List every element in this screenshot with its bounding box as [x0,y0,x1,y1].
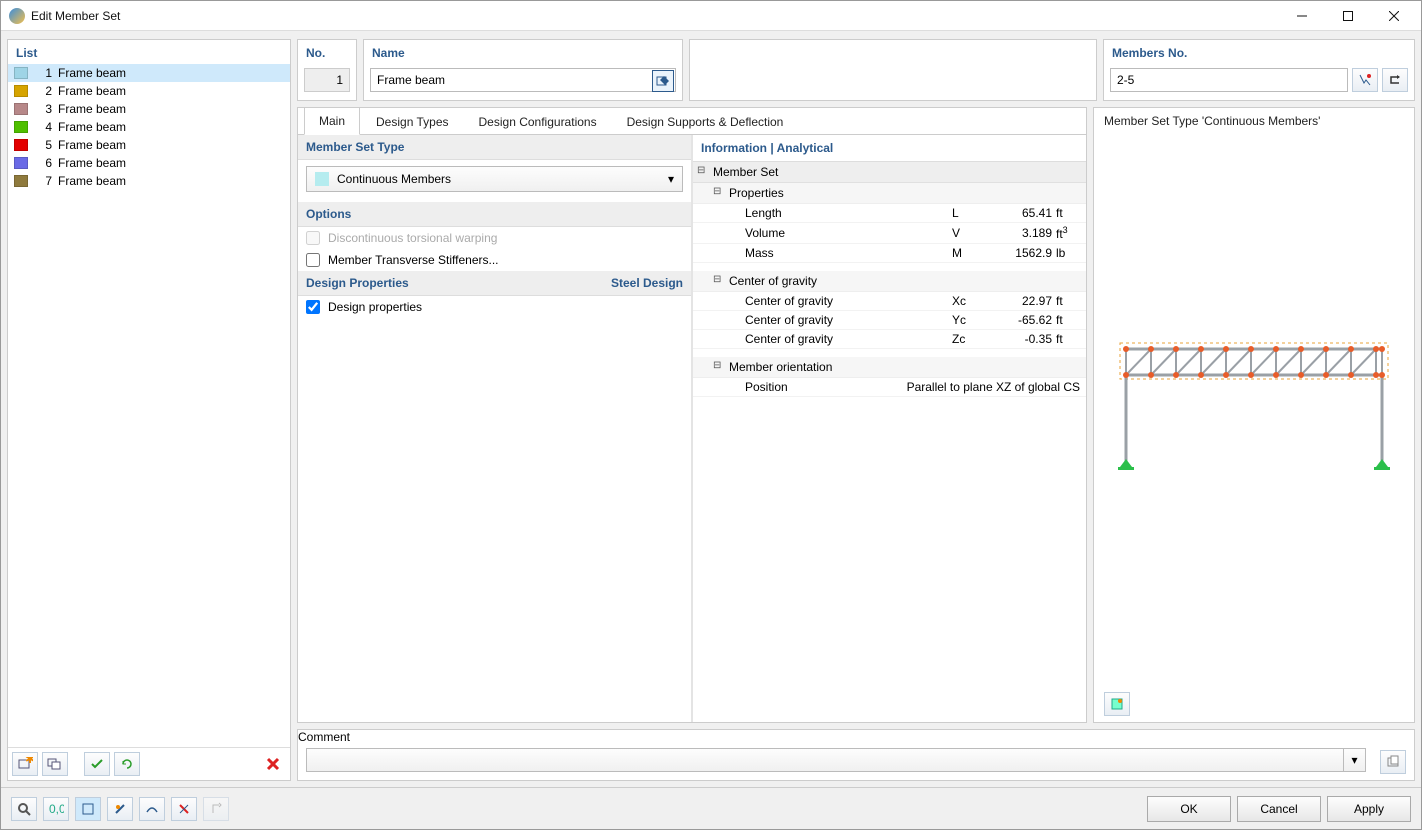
list-item[interactable]: 7Frame beam [8,172,290,190]
row-length: LengthL65.41ft [693,204,1086,223]
no-label: No. [298,40,356,64]
color-swatch [14,67,28,79]
app-icon [9,8,25,24]
name-input[interactable]: Frame beam [370,68,676,92]
tree-orientation[interactable]: Member orientation [693,357,1086,378]
color-swatch [14,121,28,133]
cancel-button[interactable]: Cancel [1237,796,1321,822]
design-properties-check[interactable]: Design properties [298,296,691,318]
pick-members-icon[interactable] [1352,68,1378,92]
reverse-icon[interactable] [1382,68,1408,92]
row-cog-z: Center of gravityZᴄ-0.35ft [693,330,1086,349]
maximize-button[interactable] [1325,1,1371,31]
check-green-button[interactable] [84,752,110,776]
color-swatch [14,85,28,97]
tree-properties[interactable]: Properties [693,183,1086,204]
row-cog-y: Center of gravityYᴄ-65.62ft [693,311,1086,330]
steel-design-link[interactable]: Steel Design [611,276,683,290]
chevron-down-icon: ▾ [668,172,674,186]
comment-attach-button[interactable] [1380,750,1406,774]
tab-main[interactable]: Main [304,107,360,135]
list-label: List [8,40,290,64]
design-properties-header: Design Properties Steel Design [298,271,691,296]
comment-label: Comment [298,730,1414,744]
row-cog-x: Center of gravityXᴄ22.97ft [693,292,1086,311]
tree-member-set[interactable]: Member Set [693,162,1086,183]
footer-view4-icon[interactable] [171,797,197,821]
tabs: MainDesign TypesDesign ConfigurationsDes… [297,107,1087,135]
row-mass: MassM1562.9lb [693,244,1086,263]
window-title: Edit Member Set [31,9,1279,23]
transverse-stiffeners-check[interactable]: Member Transverse Stiffeners... [298,249,691,271]
list-items: 1Frame beam2Frame beam3Frame beam4Frame … [8,64,290,747]
list-item[interactable]: 2Frame beam [8,82,290,100]
name-label: Name [364,40,682,64]
delete-item-button[interactable] [260,752,286,776]
footer-view2-icon[interactable] [107,797,133,821]
svg-text:✱: ✱ [25,757,33,766]
row-volume: VolumeV3.189ft3 [693,223,1086,244]
list-item[interactable]: 4Frame beam [8,118,290,136]
tab-design-supports-deflection[interactable]: Design Supports & Deflection [613,109,798,135]
titlebar: Edit Member Set [1,1,1421,31]
color-swatch [14,103,28,115]
color-swatch [14,157,28,169]
members-label: Members No. [1104,40,1414,64]
discontinuous-warping-check: Discontinuous torsional warping [298,227,691,249]
color-swatch [14,139,28,151]
chevron-down-icon[interactable]: ▾ [1343,749,1365,771]
dialog-footer: 0,00 OK Cancel Apply [1,787,1421,829]
footer-view1-icon[interactable] [75,797,101,821]
tree-cog[interactable]: Center of gravity [693,271,1086,292]
name-edit-icon-button[interactable] [652,70,674,92]
ok-button[interactable]: OK [1147,796,1231,822]
copy-item-button[interactable] [42,752,68,776]
footer-view5-icon[interactable] [203,797,229,821]
svg-text:0,00: 0,00 [49,802,64,816]
close-button[interactable] [1371,1,1417,31]
minimize-button[interactable] [1279,1,1325,31]
color-swatch [14,175,28,187]
apply-button[interactable]: Apply [1327,796,1411,822]
footer-units-icon[interactable]: 0,00 [43,797,69,821]
list-item[interactable]: 3Frame beam [8,100,290,118]
preview-title: Member Set Type 'Continuous Members' [1104,114,1404,128]
list-item[interactable]: 6Frame beam [8,154,290,172]
options-header: Options [298,202,691,227]
comment-input[interactable]: ▾ [306,748,1366,772]
preview-canvas[interactable] [1104,134,1404,686]
tab-design-configurations[interactable]: Design Configurations [465,109,611,135]
refresh-button[interactable] [114,752,140,776]
no-input[interactable]: 1 [304,68,350,92]
preview-settings-button[interactable] [1104,692,1130,716]
member-set-type-header: Member Set Type [298,135,691,160]
list-item[interactable]: 5Frame beam [8,136,290,154]
info-header: Information | Analytical [693,135,1086,162]
list-item[interactable]: 1Frame beam [8,64,290,82]
footer-view3-icon[interactable] [139,797,165,821]
info-tree: Member Set Properties LengthL65.41ft Vol… [693,162,1086,397]
members-input[interactable]: 2-5 [1110,68,1348,92]
row-position: PositionParallel to plane XZ of global C… [693,378,1086,397]
member-set-type-combo[interactable]: Continuous Members ▾ [306,166,683,192]
footer-search-icon[interactable] [11,797,37,821]
new-item-button[interactable]: ✱ [12,752,38,776]
tab-design-types[interactable]: Design Types [362,109,463,135]
